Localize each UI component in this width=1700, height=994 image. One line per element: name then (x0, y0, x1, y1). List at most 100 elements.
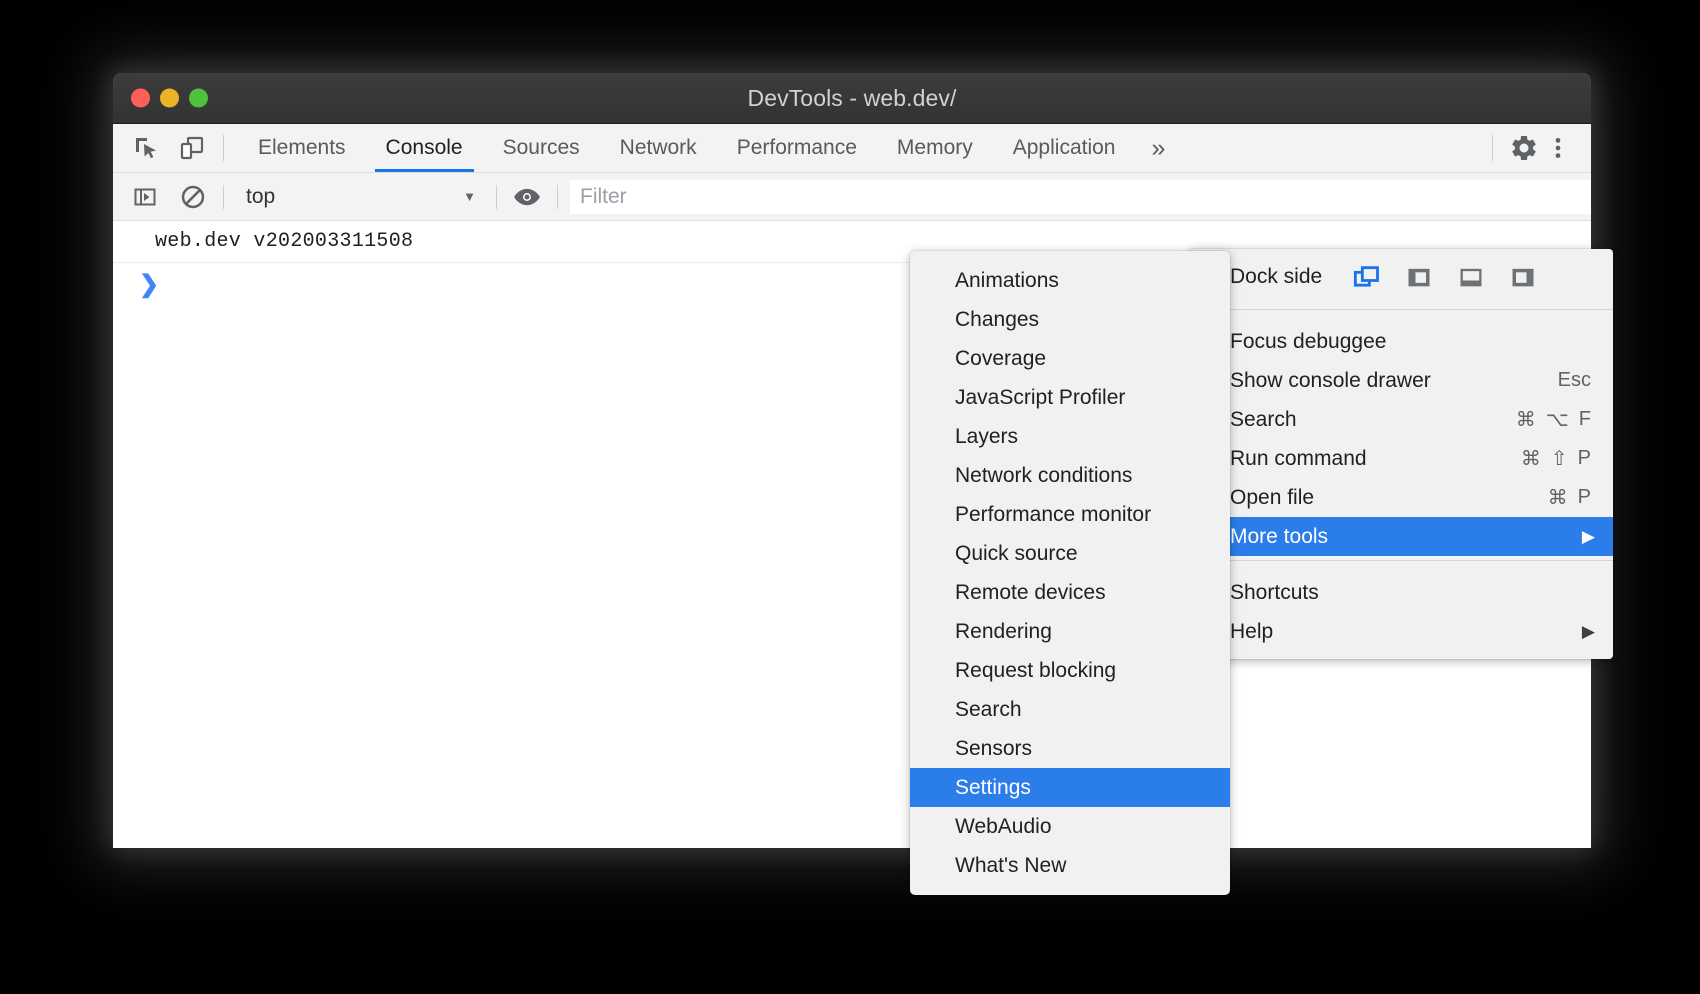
overflow-label: » (1151, 134, 1165, 163)
submenu-item-sensors[interactable]: Sensors (910, 729, 1230, 768)
submenu-item-webaudio[interactable]: WebAudio (910, 807, 1230, 846)
menu-item-help[interactable]: Help ▶ (1190, 612, 1613, 651)
tab-label: Elements (258, 136, 346, 160)
settings-gear-icon[interactable] (1507, 131, 1541, 165)
tab-label: Network (620, 136, 697, 160)
tab-label: Application (1013, 136, 1116, 160)
tab-memory[interactable]: Memory (877, 124, 993, 172)
execution-context-value: top (246, 185, 275, 209)
menu-separator-1 (1190, 309, 1613, 310)
submenu-item-label: Search (955, 698, 1022, 722)
submenu-item-label: Quick source (955, 542, 1078, 566)
menu-item-label: Search (1230, 408, 1516, 432)
shortcut-key-letter: P (1578, 447, 1591, 470)
menu-item-search[interactable]: Search ⌘ ⌥ F (1190, 400, 1613, 439)
tab-label: Sources (503, 136, 580, 160)
menu-item-open-file[interactable]: Open file ⌘ P (1190, 478, 1613, 517)
submenu-item-request-blocking[interactable]: Request blocking (910, 651, 1230, 690)
dock-side-label: Dock side (1230, 265, 1322, 289)
submenu-item-coverage[interactable]: Coverage (910, 339, 1230, 378)
submenu-item-label: Network conditions (955, 464, 1132, 488)
menu-item-label: Show console drawer (1230, 369, 1558, 393)
submenu-item-label: Animations (955, 269, 1059, 293)
menu-item-run-command[interactable]: Run command ⌘ ⇧ P (1190, 439, 1613, 478)
submenu-item-label: Layers (955, 425, 1018, 449)
shortcut-key-letter: P (1578, 486, 1591, 509)
menu-item-focus-debuggee[interactable]: Focus debuggee (1190, 322, 1613, 361)
devtools-tabbar: Elements Console Sources Network Perform… (113, 124, 1591, 173)
menu-item-label: Shortcuts (1230, 581, 1595, 605)
tab-label: Performance (737, 136, 857, 160)
menu-item-shortcut: Esc (1558, 369, 1595, 392)
submenu-item-layers[interactable]: Layers (910, 417, 1230, 456)
submenu-item-settings[interactable]: Settings (910, 768, 1230, 807)
dock-side-row: Dock side (1190, 249, 1613, 305)
execution-context-selector[interactable]: top ▼ (236, 181, 484, 213)
dock-side-options (1350, 260, 1540, 294)
maximize-window-button[interactable] (189, 89, 208, 108)
submenu-item-remote-devices[interactable]: Remote devices (910, 573, 1230, 612)
submenu-item-label: Request blocking (955, 659, 1116, 683)
shortcut-key-shift: ⇧ (1551, 446, 1568, 471)
inspect-element-icon[interactable] (129, 131, 163, 165)
submenu-item-whats-new[interactable]: What's New (910, 846, 1230, 885)
tabs-overflow-chevron-icon[interactable]: » (1135, 124, 1181, 172)
clear-console-icon[interactable] (175, 179, 211, 215)
submenu-arrow-icon: ▶ (1582, 528, 1595, 545)
dock-to-right-icon[interactable] (1506, 260, 1540, 294)
console-filter-input[interactable] (570, 180, 1591, 214)
submenu-item-quick-source[interactable]: Quick source (910, 534, 1230, 573)
tab-sources[interactable]: Sources (483, 124, 600, 172)
more-options-kebab-icon[interactable] (1541, 131, 1575, 165)
traffic-lights (131, 89, 208, 108)
submenu-item-label: Performance monitor (955, 503, 1151, 527)
tab-console[interactable]: Console (366, 124, 483, 172)
shortcut-key: Esc (1558, 369, 1591, 392)
window-titlebar: DevTools - web.dev/ (113, 73, 1591, 124)
shortcut-key-letter: F (1579, 408, 1591, 431)
close-window-button[interactable] (131, 89, 150, 108)
console-toolbar-divider-3 (557, 185, 558, 209)
dock-to-left-icon[interactable] (1402, 260, 1436, 294)
submenu-item-rendering[interactable]: Rendering (910, 612, 1230, 651)
menu-spacer-bottom (1190, 651, 1613, 659)
submenu-arrow-icon: ▶ (1582, 623, 1595, 640)
submenu-item-label: WebAudio (955, 815, 1052, 839)
submenu-item-network-conditions[interactable]: Network conditions (910, 456, 1230, 495)
tab-performance[interactable]: Performance (717, 124, 877, 172)
tab-label: Console (386, 136, 463, 160)
submenu-item-search[interactable]: Search (910, 690, 1230, 729)
tab-network[interactable]: Network (600, 124, 717, 172)
undock-into-separate-window-icon[interactable] (1350, 260, 1384, 294)
window-title: DevTools - web.dev/ (113, 85, 1591, 112)
menu-item-shortcuts[interactable]: Shortcuts (1190, 573, 1613, 612)
submenu-item-javascript-profiler[interactable]: JavaScript Profiler (910, 378, 1230, 417)
menu-item-more-tools[interactable]: More tools ▶ (1190, 517, 1613, 556)
submenu-item-changes[interactable]: Changes (910, 300, 1230, 339)
submenu-item-label: What's New (955, 854, 1066, 878)
submenu-item-performance-monitor[interactable]: Performance monitor (910, 495, 1230, 534)
dock-to-bottom-icon[interactable] (1454, 260, 1488, 294)
menu-item-label: Run command (1230, 447, 1521, 471)
submenu-item-animations[interactable]: Animations (910, 261, 1230, 300)
tab-elements[interactable]: Elements (238, 124, 366, 172)
tabbar-left-icons (113, 124, 223, 172)
shortcut-key-cmd: ⌘ (1516, 407, 1536, 432)
tab-application[interactable]: Application (993, 124, 1136, 172)
shortcut-key-cmd: ⌘ (1521, 446, 1541, 471)
shortcut-key-alt: ⌥ (1546, 407, 1569, 432)
console-toolbar: top ▼ (113, 173, 1591, 221)
chevron-down-icon: ▼ (463, 189, 476, 204)
menu-separator-2 (1190, 560, 1613, 561)
submenu-item-label: JavaScript Profiler (955, 386, 1125, 410)
menu-item-show-console-drawer[interactable]: Show console drawer Esc (1190, 361, 1613, 400)
minimize-window-button[interactable] (160, 89, 179, 108)
menu-item-label: More tools (1230, 525, 1582, 549)
live-expression-eye-icon[interactable] (509, 179, 545, 215)
submenu-item-label: Changes (955, 308, 1039, 332)
device-toolbar-icon[interactable] (175, 131, 209, 165)
console-sidebar-icon[interactable] (127, 179, 163, 215)
panel-tabs: Elements Console Sources Network Perform… (224, 124, 1181, 172)
devtools-window: DevTools - web.dev/ (113, 73, 1591, 848)
console-toolbar-divider-2 (496, 185, 497, 209)
